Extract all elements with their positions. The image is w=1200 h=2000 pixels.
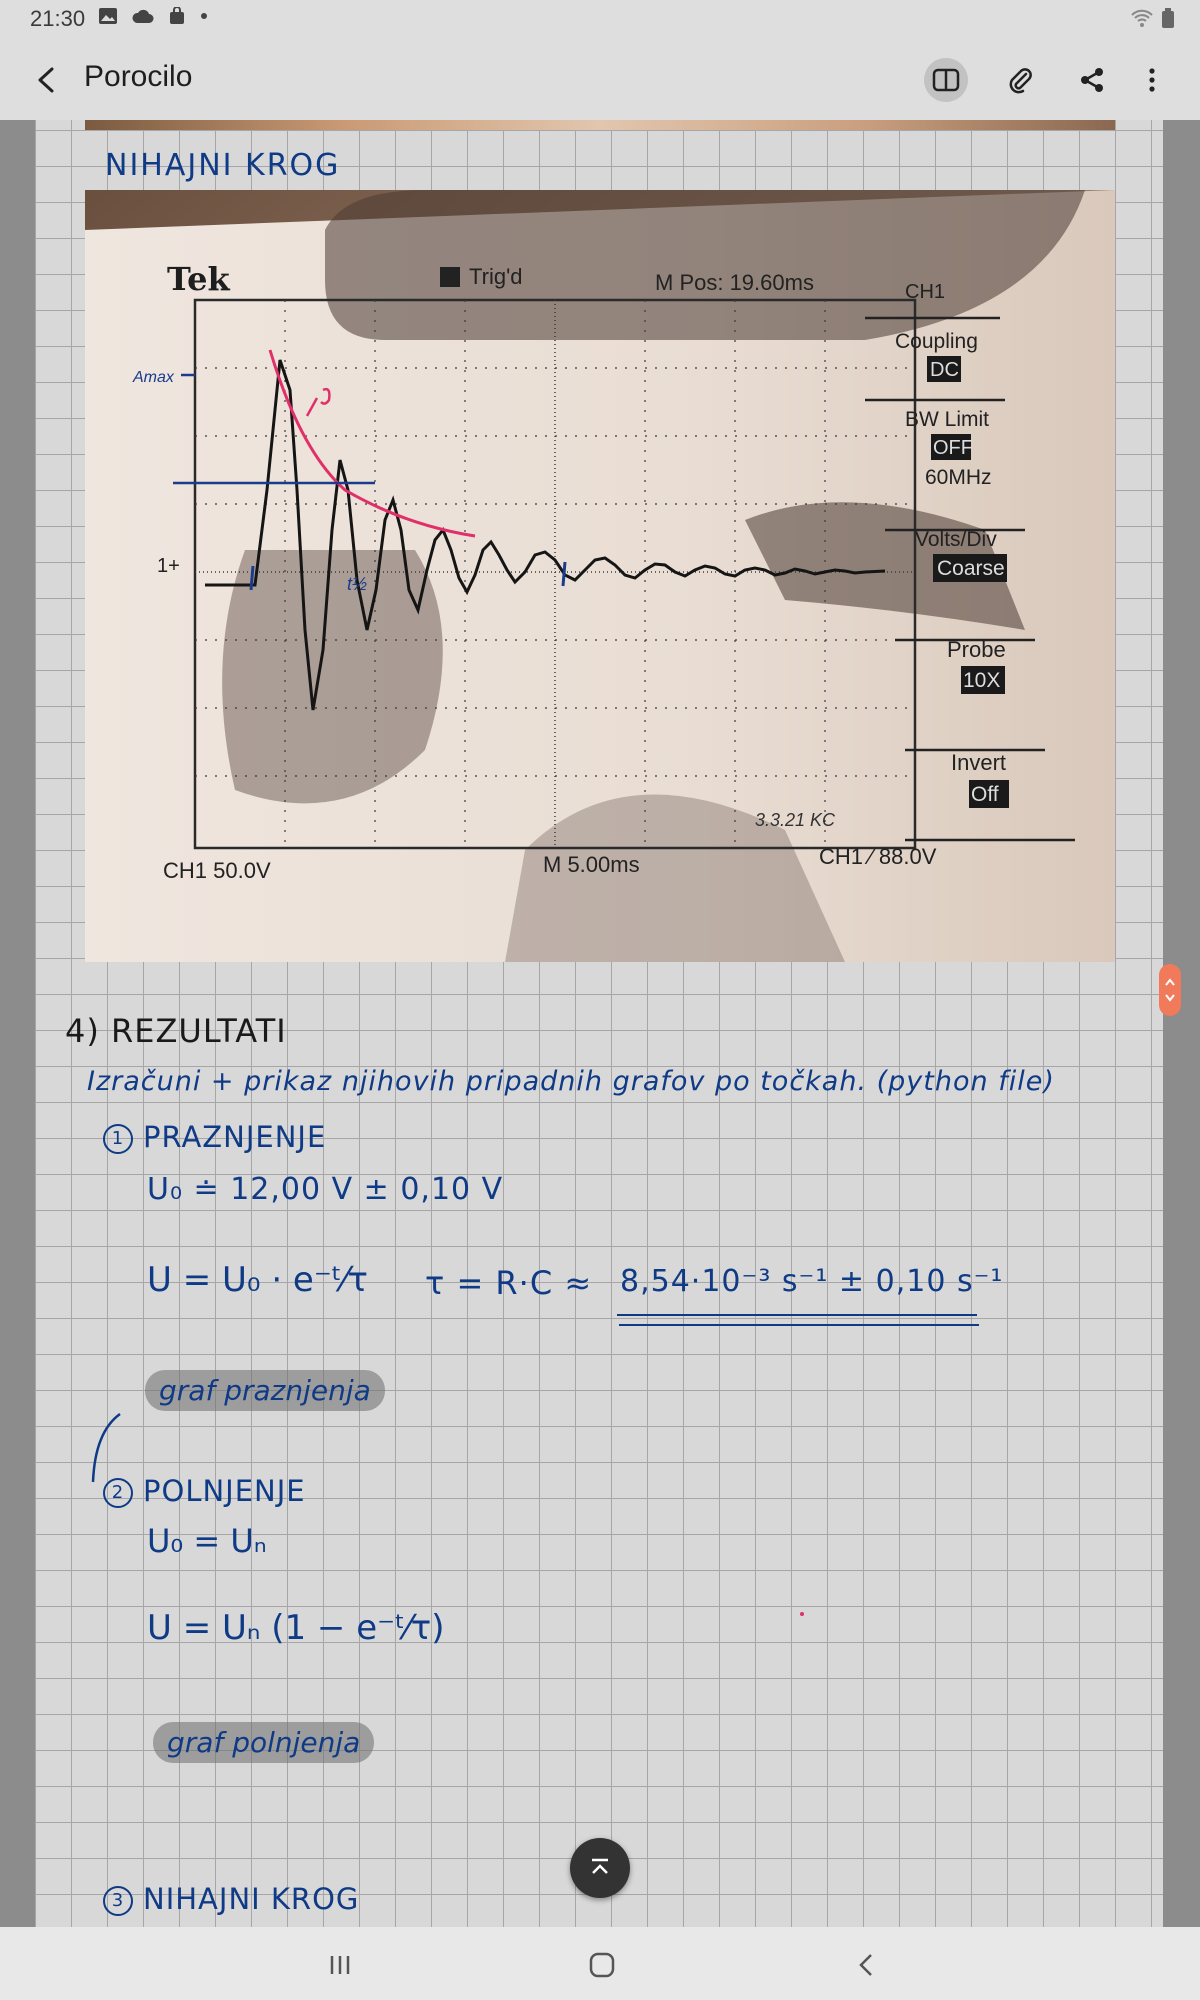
u0-equals-un: U₀ = Uₙ	[147, 1522, 267, 1560]
section-number-2: 2	[103, 1478, 133, 1508]
scope-bottom-mid: M 5.00ms	[543, 852, 640, 877]
tau-underline-1	[617, 1314, 977, 1316]
back-arrow-icon	[38, 67, 54, 93]
results-heading: 4) REZULTATI	[65, 1012, 287, 1050]
home-button[interactable]	[582, 1945, 622, 1985]
menu-probe-label: Probe	[947, 637, 1006, 662]
battery-icon	[1162, 8, 1174, 28]
menu-bwlimit-value: OFF	[933, 437, 973, 459]
wifi-icon	[1131, 9, 1153, 27]
more-icon	[1149, 68, 1155, 92]
section-title-polnjenje: POLNJENJE	[143, 1474, 306, 1508]
tau-definition: τ = R·C ≈	[425, 1264, 593, 1302]
annotation-thalf: t½	[347, 574, 367, 594]
back-button[interactable]	[28, 60, 68, 100]
annotation-amax: Amax	[132, 369, 175, 386]
graf-polnjenja-placeholder: graf polnjenja	[153, 1722, 375, 1763]
system-back-button[interactable]	[846, 1945, 886, 1985]
section-number-3: 3	[103, 1886, 133, 1916]
home-icon	[589, 1952, 615, 1978]
bag-icon	[170, 7, 184, 24]
drag-handle-icon	[1165, 978, 1175, 1002]
discharge-equation: U = U₀ · e⁻ᵗ⁄τ	[147, 1260, 368, 1300]
share-button[interactable]	[1070, 58, 1114, 102]
section-polnjenje: 2 POLNJENJE	[103, 1474, 306, 1508]
section-praznjenje: 1 PRAZNJENJE	[103, 1120, 326, 1154]
marker-1: 1+	[157, 555, 180, 577]
scope-bottom-right: CH1 ∕ 88.0V	[819, 844, 937, 869]
scroll-to-top-button[interactable]	[570, 1838, 630, 1898]
menu-voltsdiv-label: Volts/Div	[915, 528, 997, 551]
note-title: Porocilo	[84, 60, 193, 93]
trig-icon	[440, 267, 460, 287]
scope-ch1-title: CH1	[905, 281, 945, 303]
pink-dot	[800, 1612, 804, 1616]
scroll-handle[interactable]	[1159, 964, 1181, 1016]
attach-icon	[1009, 68, 1032, 94]
menu-invert-label: Invert	[951, 750, 1006, 775]
graf-praznjenja-placeholder: graf praznjenja	[145, 1370, 385, 1411]
scope-brand: Tek	[167, 260, 231, 298]
section-nihajni-krog: 3 NIHAJNI KROG	[103, 1882, 359, 1916]
book-view-button[interactable]	[924, 58, 968, 102]
book-view-icon	[932, 68, 960, 92]
note-page[interactable]: NIHAJNI KROG Tek Trig'd M Pos: 19.60ms C…	[35, 120, 1163, 1927]
recents-icon	[330, 1956, 350, 1974]
menu-voltsdiv-value: Coarse	[937, 557, 1005, 580]
share-icon	[1081, 68, 1103, 92]
system-back-icon	[859, 1954, 872, 1976]
cloud-icon	[132, 9, 154, 23]
tau-value: 8,54·10⁻³ s⁻¹ ± 0,10 s⁻¹	[620, 1264, 1004, 1299]
system-nav-bar	[0, 1927, 1200, 2000]
menu-probe-value: 10X	[963, 669, 1000, 692]
menu-coupling-value: DC	[930, 359, 959, 381]
menu-bwlimit-label: BW Limit	[905, 408, 989, 431]
attach-button[interactable]	[998, 58, 1042, 102]
scroll-top-icon	[592, 1858, 608, 1874]
recents-button[interactable]	[320, 1945, 360, 1985]
blue-mark-2	[561, 561, 567, 587]
scope-mpos: M Pos: 19.60ms	[655, 270, 814, 295]
menu-invert-value: Off	[971, 783, 999, 806]
oscilloscope-photo[interactable]: Tek Trig'd M Pos: 19.60ms CH1 Coupling D…	[85, 190, 1115, 962]
blue-mark-1	[249, 565, 255, 591]
gallery-icon	[99, 8, 117, 24]
section-title-praznjenje: PRAZNJENJE	[143, 1120, 327, 1154]
menu-coupling-label: Coupling	[895, 330, 978, 353]
scope-bottom-left: CH1 50.0V	[163, 858, 271, 883]
status-bar: 21:30	[0, 0, 1200, 40]
charge-equation: U = Uₙ (1 − e⁻ᵗ⁄τ)	[147, 1608, 445, 1648]
dot-icon	[201, 13, 207, 19]
results-description: Izračuni + prikaz njihovih pripadnih gra…	[87, 1066, 1055, 1097]
scope-trig: Trig'd	[469, 264, 523, 289]
app-bar: Porocilo	[0, 40, 1200, 120]
more-options-button[interactable]	[1130, 58, 1174, 102]
menu-bwlimit-extra: 60MHz	[925, 466, 992, 489]
tau-underline-2	[619, 1324, 979, 1326]
section-title-nihajni-krog: NIHAJNI KROG	[143, 1882, 360, 1916]
previous-photo-edge	[85, 120, 1115, 130]
u0-value-line: U₀ ≐ 12,00 V ± 0,10 V	[147, 1172, 504, 1207]
section-heading-nihajni-krog: NIHAJNI KROG	[105, 148, 341, 183]
section-number-1: 1	[103, 1124, 133, 1154]
clock: 21:30	[30, 6, 86, 31]
signature: 3.3.21 KC	[755, 810, 836, 830]
